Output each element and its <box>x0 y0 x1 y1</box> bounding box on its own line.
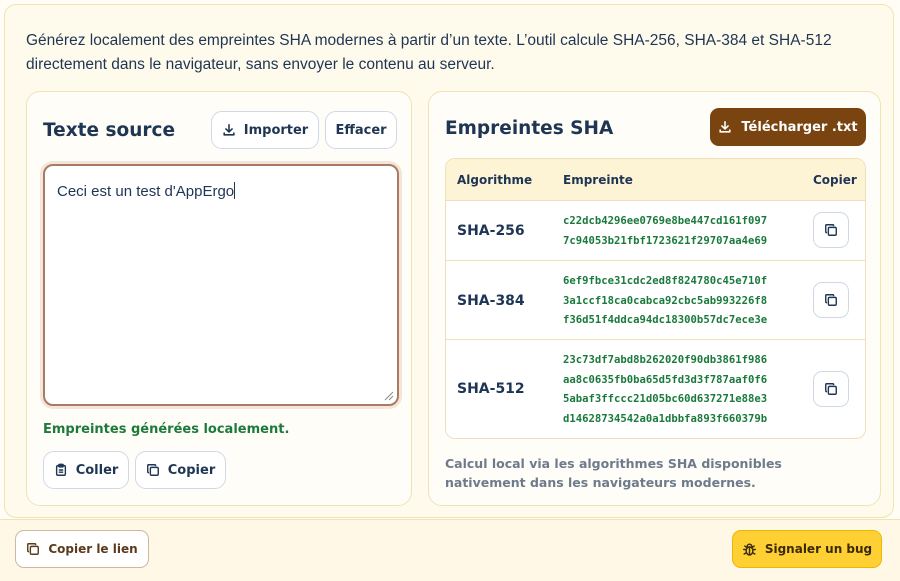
hash-line: 7c94053b21fbf1723621f29707aa4e69 <box>563 234 768 247</box>
text-caret <box>234 182 236 199</box>
hash-table: Algorithme Empreinte Copier SHA-256 c22d… <box>445 158 866 439</box>
hash-line: c22dcb4296ee0769e8be447cd161f097 <box>563 215 768 227</box>
clear-label: Effacer <box>335 122 387 138</box>
copy-sha384-button[interactable] <box>813 282 849 318</box>
hash-line: f36d51f4ddca94dc18300b57dc7ece3e <box>563 314 768 326</box>
import-label: Importer <box>243 122 309 138</box>
table-header: Algorithme Empreinte Copier <box>446 159 865 201</box>
clipboard-icon <box>55 463 66 476</box>
column-header-algorithm: Algorithme <box>457 173 533 187</box>
intro-text: Générez localement des empreintes SHA mo… <box>26 32 832 73</box>
algorithm-name: SHA-512 <box>457 381 525 397</box>
copy-icon <box>27 543 40 555</box>
table-row: SHA-384 6ef9fbce31cdc2ed8f824780c45e710f… <box>446 261 865 340</box>
hash-line: d14628734542a0a1dbbfa893f660379b <box>563 412 768 425</box>
copy-link-label: Copier le lien <box>48 542 138 556</box>
report-bug-button[interactable]: Signaler un bug <box>732 530 882 568</box>
bug-icon <box>742 542 756 556</box>
column-header-copy: Copier <box>813 173 857 187</box>
app-shell: Générez localement des empreintes SHA mo… <box>4 4 894 518</box>
footer-bar: Copier le lien Signaler un bug <box>0 519 900 581</box>
source-text-value: Ceci est un test d'AppErgo <box>57 183 235 200</box>
copy-icon <box>825 294 837 306</box>
copy-text-label: Copier <box>167 462 216 478</box>
hash-line: 6ef9fbce31cdc2ed8f824780c45e710f <box>563 275 768 287</box>
column-header-hash: Empreinte <box>563 173 633 187</box>
report-bug-label: Signaler un bug <box>764 542 873 556</box>
source-title: Texte source <box>43 120 176 141</box>
hash-value[interactable]: 23c73df7abd8b262020f90db3861f986 aa8c063… <box>563 351 803 429</box>
hashes-title: Empreintes SHA <box>445 118 614 139</box>
hashes-panel: Empreintes SHA Télécharger .txt Algorith… <box>428 91 881 506</box>
source-panel: Texte source Importer Effacer Ceci est u… <box>26 91 412 506</box>
paste-button[interactable]: Coller <box>43 451 129 489</box>
source-textarea[interactable]: Ceci est un test d'AppErgo <box>43 164 399 406</box>
table-row: SHA-512 23c73df7abd8b262020f90db3861f986… <box>446 340 865 438</box>
download-txt-button[interactable]: Télécharger .txt <box>710 108 866 146</box>
hash-value[interactable]: c22dcb4296ee0769e8be447cd161f097 7c94053… <box>563 212 803 251</box>
algorithm-name: SHA-384 <box>457 293 525 309</box>
copy-sha256-button[interactable] <box>813 212 849 248</box>
copy-sha512-button[interactable] <box>813 371 849 407</box>
hash-line: 5abaf3ffccc21d05bc60d637271e88e3 <box>563 393 768 405</box>
resize-grip-icon[interactable] <box>384 391 394 401</box>
download-label: Télécharger .txt <box>741 119 858 135</box>
download-icon <box>223 123 235 136</box>
clear-button[interactable]: Effacer <box>325 111 397 149</box>
download-icon <box>719 120 732 133</box>
paste-label: Coller <box>75 462 119 478</box>
table-row: SHA-256 c22dcb4296ee0769e8be447cd161f097… <box>446 201 865 261</box>
footnote: Calcul local via les algorithmes SHA dis… <box>445 456 782 490</box>
import-button[interactable]: Importer <box>211 111 319 149</box>
copy-icon <box>825 224 837 236</box>
hash-line: 23c73df7abd8b262020f90db3861f986 <box>563 354 768 366</box>
copy-icon <box>825 383 837 395</box>
algorithm-name: SHA-256 <box>457 223 525 239</box>
copy-link-button[interactable]: Copier le lien <box>15 530 149 568</box>
hash-line: 3a1ccf18ca0cabca92cbc5ab993226f8 <box>563 294 768 307</box>
hash-line: aa8c0635fb0ba65d5fd3d3f787aaf0f6 <box>563 373 768 386</box>
copy-text-button[interactable]: Copier <box>135 451 226 489</box>
copy-icon <box>146 464 159 476</box>
status-message: Empreintes générées localement. <box>43 422 290 437</box>
hash-value[interactable]: 6ef9fbce31cdc2ed8f824780c45e710f 3a1ccf1… <box>563 272 803 331</box>
